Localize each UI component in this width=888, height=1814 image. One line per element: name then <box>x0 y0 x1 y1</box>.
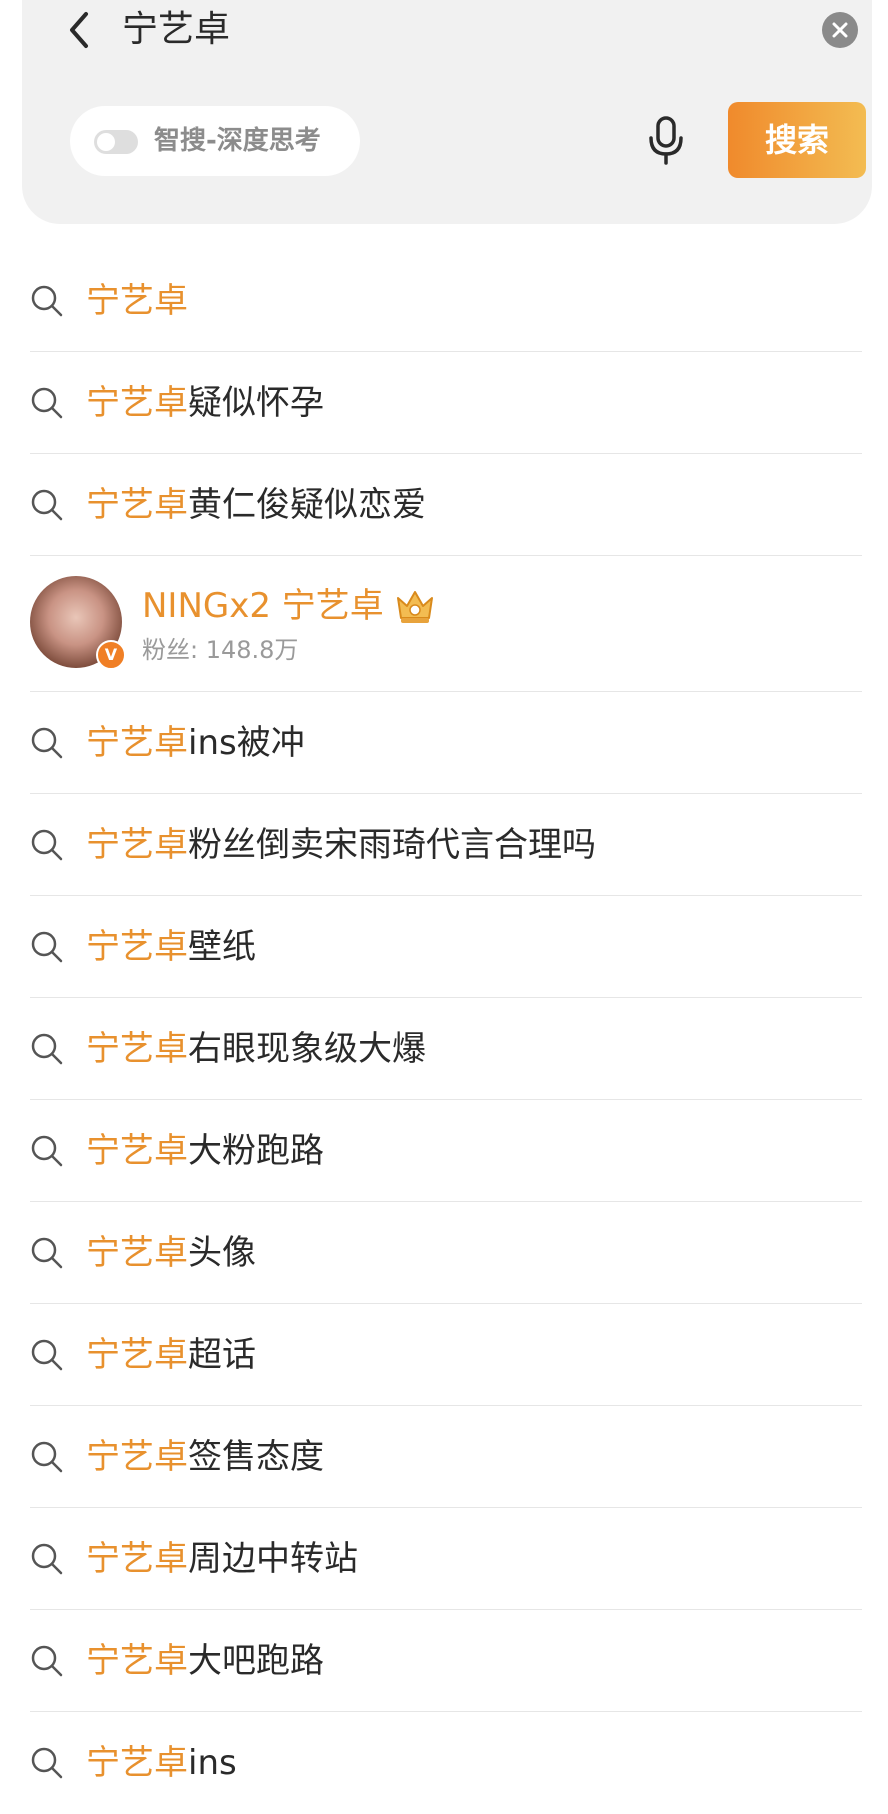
suggestion-text: 宁艺卓大粉跑路 <box>86 1100 324 1202</box>
suggestion-rest: 大吧跑路 <box>188 1641 324 1681</box>
suggestion-item[interactable]: 宁艺卓签售态度 <box>30 1406 862 1508</box>
suggestion-rest: 疑似怀孕 <box>188 383 324 423</box>
suggestion-highlight: 宁艺卓 <box>86 1335 188 1375</box>
search-button[interactable]: 搜索 <box>728 102 866 178</box>
suggestion-rest: 签售态度 <box>188 1437 324 1477</box>
search-icon <box>31 1135 63 1167</box>
mic-icon[interactable] <box>648 116 684 166</box>
suggestion-text: 宁艺卓签售态度 <box>86 1406 324 1508</box>
suggestion-highlight: 宁艺卓 <box>86 1131 188 1171</box>
suggestion-highlight: 宁艺卓 <box>86 485 188 525</box>
suggestion-text: 宁艺卓超话 <box>86 1304 256 1406</box>
suggestion-highlight: 宁艺卓 <box>86 1437 188 1477</box>
suggestion-highlight: 宁艺卓 <box>86 825 188 865</box>
clear-icon[interactable] <box>822 12 858 48</box>
suggestion-text: 宁艺卓大吧跑路 <box>86 1610 324 1712</box>
suggestion-item[interactable]: 宁艺卓壁纸 <box>30 896 862 998</box>
suggestion-item[interactable]: 宁艺卓疑似怀孕 <box>30 352 862 454</box>
suggestion-highlight: 宁艺卓 <box>86 1743 188 1783</box>
search-icon <box>31 829 63 861</box>
suggestion-item[interactable]: 宁艺卓头像 <box>30 1202 862 1304</box>
user-result[interactable]: V NINGx2 宁艺卓 粉丝: 148.8万 <box>30 556 862 692</box>
search-icon <box>31 727 63 759</box>
search-panel: 宁艺卓 智搜-深度思考 搜索 <box>22 0 872 224</box>
user-name: NINGx2 宁艺卓 <box>142 586 384 626</box>
suggestion-text: 宁艺卓疑似怀孕 <box>86 352 324 454</box>
suggestion-text: 宁艺卓黄仁俊疑似恋爱 <box>86 454 426 556</box>
suggestion-item[interactable]: 宁艺卓ins <box>30 1712 862 1814</box>
search-icon <box>31 387 63 419</box>
suggestion-rest: 右眼现象级大爆 <box>188 1029 426 1069</box>
suggestion-rest: 粉丝倒卖宋雨琦代言合理吗 <box>188 825 596 865</box>
suggestion-text: 宁艺卓 <box>86 250 188 352</box>
suggestion-rest: 壁纸 <box>188 927 256 967</box>
suggestion-text: 宁艺卓右眼现象级大爆 <box>86 998 426 1100</box>
suggestion-rest: 超话 <box>188 1335 256 1375</box>
suggestion-highlight: 宁艺卓 <box>86 723 188 763</box>
suggestion-text: 宁艺卓头像 <box>86 1202 256 1304</box>
search-icon <box>31 1237 63 1269</box>
suggestion-text: 宁艺卓壁纸 <box>86 896 256 998</box>
suggestion-item[interactable]: 宁艺卓大粉跑路 <box>30 1100 862 1202</box>
suggestion-rest: 大粉跑路 <box>188 1131 324 1171</box>
suggestion-text: 宁艺卓ins <box>86 1712 237 1814</box>
search-icon <box>31 931 63 963</box>
search-icon <box>31 1441 63 1473</box>
search-query[interactable]: 宁艺卓 <box>122 6 230 54</box>
suggestion-item[interactable]: 宁艺卓超话 <box>30 1304 862 1406</box>
suggestion-text: 宁艺卓粉丝倒卖宋雨琦代言合理吗 <box>86 794 596 896</box>
suggestion-highlight: 宁艺卓 <box>86 927 188 967</box>
suggestion-text: 宁艺卓周边中转站 <box>86 1508 358 1610</box>
suggestion-item[interactable]: 宁艺卓大吧跑路 <box>30 1610 862 1712</box>
suggestion-rest: 周边中转站 <box>188 1539 358 1579</box>
suggestion-highlight: 宁艺卓 <box>86 1233 188 1273</box>
suggestion-highlight: 宁艺卓 <box>86 1641 188 1681</box>
search-icon <box>31 489 63 521</box>
deep-think-label: 智搜-深度思考 <box>154 126 321 156</box>
suggestion-item[interactable]: 宁艺卓粉丝倒卖宋雨琦代言合理吗 <box>30 794 862 896</box>
search-icon <box>31 1033 63 1065</box>
back-icon[interactable] <box>62 8 98 52</box>
suggestion-item[interactable]: 宁艺卓黄仁俊疑似恋爱 <box>30 454 862 556</box>
suggestion-rest: ins <box>188 1743 237 1783</box>
suggestion-highlight: 宁艺卓 <box>86 281 188 321</box>
suggestion-highlight: 宁艺卓 <box>86 1539 188 1579</box>
search-icon <box>31 1543 63 1575</box>
deep-think-toggle-pill[interactable]: 智搜-深度思考 <box>70 106 360 176</box>
suggestion-item[interactable]: 宁艺卓ins被冲 <box>30 692 862 794</box>
fans-count: 粉丝: 148.8万 <box>142 636 299 664</box>
suggestion-item[interactable]: 宁艺卓右眼现象级大爆 <box>30 998 862 1100</box>
suggestion-rest: ins被冲 <box>188 723 305 763</box>
suggestion-item[interactable]: 宁艺卓 <box>30 250 862 352</box>
search-icon <box>31 1645 63 1677</box>
search-icon <box>31 1339 63 1371</box>
search-icon <box>31 1747 63 1779</box>
search-icon <box>31 285 63 317</box>
verified-badge: V <box>96 640 126 670</box>
suggestion-item[interactable]: 宁艺卓周边中转站 <box>30 1508 862 1610</box>
suggestion-highlight: 宁艺卓 <box>86 383 188 423</box>
toggle-switch[interactable] <box>94 130 138 154</box>
suggestion-rest: 黄仁俊疑似恋爱 <box>188 485 426 525</box>
suggestion-highlight: 宁艺卓 <box>86 1029 188 1069</box>
crown-icon <box>397 591 433 623</box>
suggestion-text: 宁艺卓ins被冲 <box>86 692 305 794</box>
suggestion-rest: 头像 <box>188 1233 256 1273</box>
